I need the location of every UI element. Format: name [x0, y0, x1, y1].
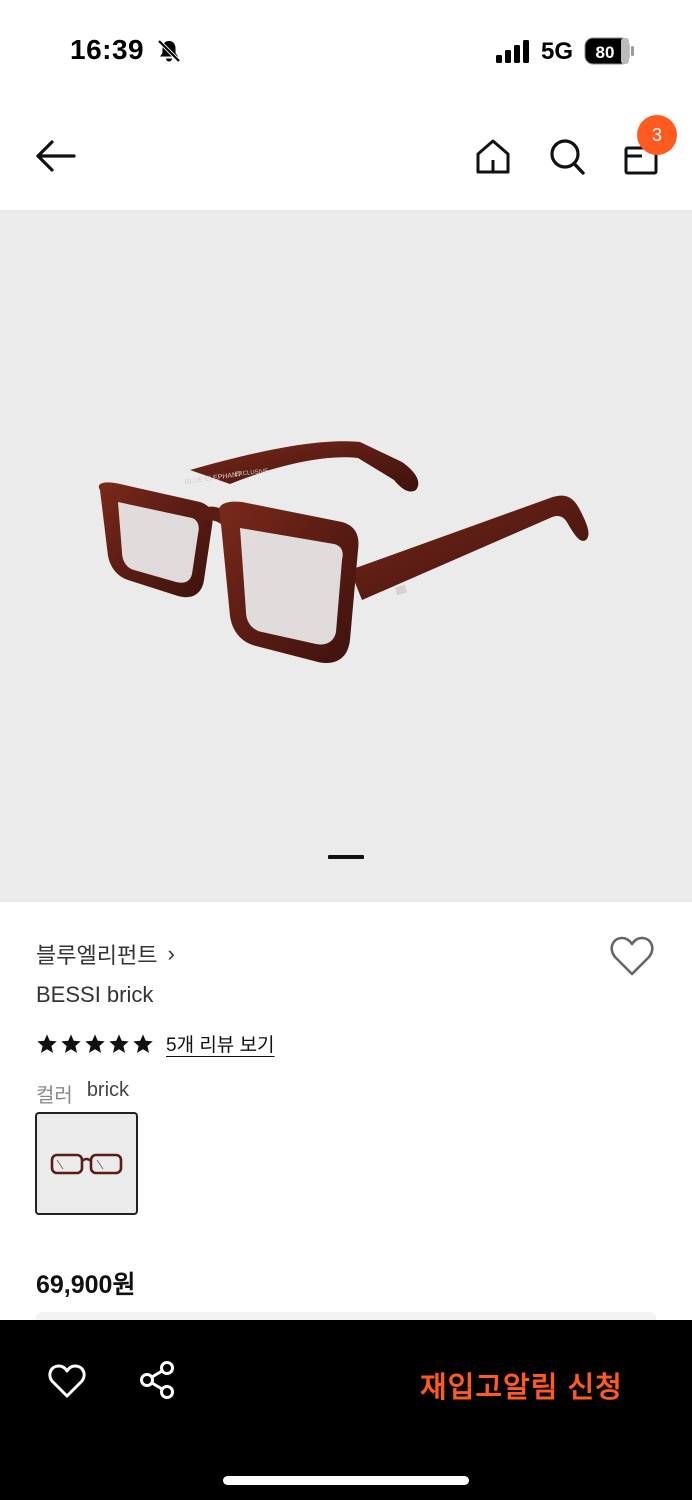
top-navigation	[0, 100, 692, 210]
network-type: 5G	[541, 38, 574, 65]
color-value: brick	[86, 1079, 130, 1101]
restock-alert-button[interactable]: 재입고알림 신청	[420, 1364, 623, 1406]
bottom-action-bar: 재입고알림 신청	[0, 1320, 692, 1500]
star-icon	[37, 1033, 57, 1053]
carousel-indicator-active	[328, 855, 364, 859]
product-image-carousel[interactable]: BLUE ELEPHANT EXCLUSIVE	[0, 210, 692, 902]
heart-outline-icon[interactable]	[47, 1362, 87, 1400]
brand-name: 블루엘리펀트	[36, 943, 158, 968]
brand-link[interactable]: 블루엘리펀트 ›	[36, 938, 175, 970]
color-label: 컬러	[36, 1085, 73, 1107]
star-icon	[61, 1033, 81, 1053]
star-rating	[36, 1033, 154, 1055]
eyeglasses-photo: BLUE ELEPHANT EXCLUSIVE	[98, 441, 589, 664]
home-indicator	[223, 1476, 469, 1485]
star-icon	[109, 1033, 129, 1053]
home-icon[interactable]	[472, 134, 514, 178]
bell-slash-icon	[157, 39, 181, 63]
chevron-right-icon: ›	[167, 941, 175, 966]
cart-count-badge: 3	[637, 115, 677, 155]
star-icon	[85, 1033, 105, 1053]
search-icon[interactable]	[546, 134, 588, 178]
share-icon[interactable]	[138, 1360, 176, 1400]
arrow-left-icon[interactable]	[34, 138, 78, 174]
color-swatch-brick[interactable]	[35, 1112, 138, 1215]
status-bar: 16:39 5G 80	[0, 0, 692, 100]
reviews-link[interactable]: 5개 리뷰 보기	[166, 1030, 275, 1057]
product-title: BESSI brick	[36, 982, 154, 1007]
star-icon	[133, 1033, 153, 1053]
eyeglasses-thumbnail	[50, 1153, 123, 1175]
signal-icon	[496, 40, 529, 63]
status-time: 16:39	[70, 34, 145, 65]
heart-outline-icon[interactable]	[608, 934, 656, 978]
color-row: 컬러 brick	[36, 1079, 129, 1108]
battery-icon: 80	[584, 37, 634, 65]
product-price: 69,900원	[36, 1271, 136, 1299]
rating-row: 5개 리뷰 보기	[36, 1030, 275, 1057]
battery-level: 80	[596, 43, 615, 62]
